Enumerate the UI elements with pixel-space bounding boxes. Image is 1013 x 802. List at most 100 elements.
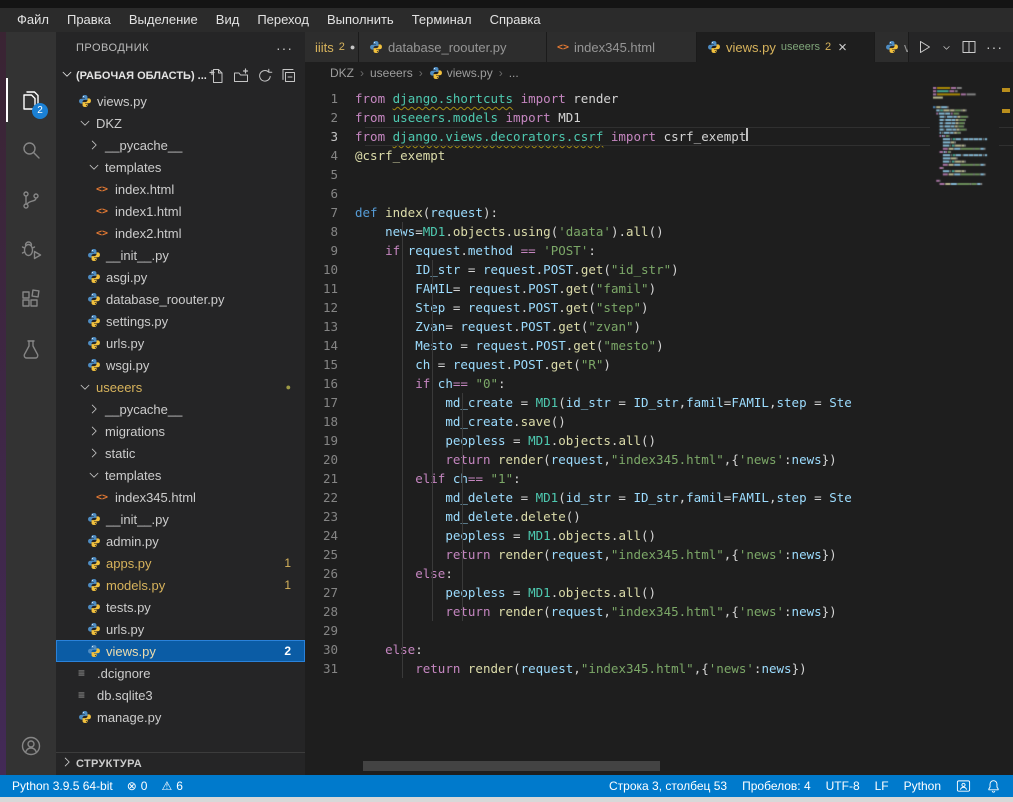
status-python-interpreter[interactable]: Python 3.9.5 64-bit <box>12 779 113 793</box>
code-line-11[interactable]: 11 FAMIL= request.POST.get("famil") <box>305 279 930 298</box>
status-eol[interactable]: LF <box>875 779 889 793</box>
code-line-19[interactable]: 19 peopless = MD1.objects.all() <box>305 431 930 450</box>
line-number[interactable]: 2 <box>305 108 355 127</box>
line-number[interactable]: 10 <box>305 260 355 279</box>
code-line-7[interactable]: 7def index(request): <box>305 203 930 222</box>
code-line-27[interactable]: 27 peopless = MD1.objects.all() <box>305 583 930 602</box>
line-number[interactable]: 30 <box>305 640 355 659</box>
menu-терминал[interactable]: Терминал <box>403 8 481 32</box>
tree-item-views.py[interactable]: views.py2 <box>56 640 305 662</box>
breadcrumb-useeers[interactable]: useeers <box>370 66 413 80</box>
tree-item-models.py[interactable]: models.py1 <box>56 574 305 596</box>
activitybar-account[interactable] <box>6 722 56 770</box>
more-actions-icon[interactable]: ··· <box>276 40 293 56</box>
menu-файл[interactable]: Файл <box>8 8 58 32</box>
code-line-5[interactable]: 5 <box>305 165 930 184</box>
overview-ruler[interactable] <box>999 84 1013 775</box>
collapse-all-icon[interactable] <box>281 68 297 84</box>
menu-правка[interactable]: Правка <box>58 8 120 32</box>
line-number[interactable]: 13 <box>305 317 355 336</box>
tree-item-DKZ[interactable]: DKZ <box>56 112 305 134</box>
status-feedback[interactable] <box>956 779 971 794</box>
menu-переход[interactable]: Переход <box>248 8 318 32</box>
tree-item-views.py[interactable]: views.py <box>56 90 305 112</box>
tab-index345.html[interactable]: <>index345.html <box>547 32 697 62</box>
tree-item-templates[interactable]: templates <box>56 464 305 486</box>
minimap[interactable] <box>930 84 999 775</box>
line-number[interactable]: 15 <box>305 355 355 374</box>
tree-item-asgi.py[interactable]: asgi.py <box>56 266 305 288</box>
tree-item-templates[interactable]: templates <box>56 156 305 178</box>
line-number[interactable]: 19 <box>305 431 355 450</box>
code-line-20[interactable]: 20 return render(request,"index345.html"… <box>305 450 930 469</box>
status-indentation[interactable]: Пробелов: 4 <box>742 779 811 793</box>
tree-item-migrations[interactable]: migrations <box>56 420 305 442</box>
breadcrumb-...[interactable]: ... <box>509 66 519 80</box>
tree-item-settings.py[interactable]: settings.py <box>56 310 305 332</box>
status-cursor-position[interactable]: Строка 3, столбец 53 <box>609 779 727 793</box>
activitybar-run-debug[interactable] <box>6 226 56 274</box>
line-number[interactable]: 5 <box>305 165 355 184</box>
tab-database_roouter.py[interactable]: database_roouter.py <box>359 32 547 62</box>
line-number[interactable]: 29 <box>305 621 355 640</box>
activitybar-search[interactable] <box>6 126 56 174</box>
code-line-28[interactable]: 28 return render(request,"index345.html"… <box>305 602 930 621</box>
new-file-icon[interactable] <box>209 68 225 84</box>
code-line-8[interactable]: 8 news=MD1.objects.using('daata').all() <box>305 222 930 241</box>
split-editor-icon[interactable] <box>961 39 977 55</box>
code-line-25[interactable]: 25 return render(request,"index345.html"… <box>305 545 930 564</box>
tree-item-tests.py[interactable]: tests.py <box>56 596 305 618</box>
status-encoding[interactable]: UTF-8 <box>826 779 860 793</box>
tree-item-__init__.py[interactable]: __init__.py <box>56 244 305 266</box>
line-number[interactable]: 18 <box>305 412 355 431</box>
activitybar-source-control[interactable] <box>6 176 56 224</box>
code-line-10[interactable]: 10 ID_str = request.POST.get("id_str") <box>305 260 930 279</box>
line-number[interactable]: 7 <box>305 203 355 222</box>
line-number[interactable]: 3 <box>305 127 355 146</box>
code-editor[interactable]: 1from django.shortcuts import render2fro… <box>305 84 1013 775</box>
more-actions-icon[interactable]: ··· <box>986 39 1003 55</box>
line-number[interactable]: 17 <box>305 393 355 412</box>
new-folder-icon[interactable] <box>233 68 249 84</box>
menu-вид[interactable]: Вид <box>207 8 249 32</box>
code-line-29[interactable]: 29 <box>305 621 930 640</box>
code-line-4[interactable]: 4@csrf_exempt <box>305 146 930 165</box>
tab-views.py[interactable]: views.pyuseeers2× <box>697 32 875 62</box>
code-line-2[interactable]: 2from useeers.models import MD1 <box>305 108 930 127</box>
menu-выполнить[interactable]: Выполнить <box>318 8 403 32</box>
line-number[interactable]: 27 <box>305 583 355 602</box>
status-notifications[interactable] <box>986 779 1001 794</box>
code-line-22[interactable]: 22 md_delete = MD1(id_str = ID_str,famil… <box>305 488 930 507</box>
line-number[interactable]: 11 <box>305 279 355 298</box>
code-line-15[interactable]: 15 ch = request.POST.get("R") <box>305 355 930 374</box>
code-line-16[interactable]: 16 if ch== "0": <box>305 374 930 393</box>
line-number[interactable]: 23 <box>305 507 355 526</box>
line-number[interactable]: 4 <box>305 146 355 165</box>
code-line-14[interactable]: 14 Mesto = request.POST.get("mesto") <box>305 336 930 355</box>
tree-item-db.sqlite3[interactable]: ≡db.sqlite3 <box>56 684 305 706</box>
tree-item-index.html[interactable]: <>index.html <box>56 178 305 200</box>
code-line-21[interactable]: 21 elif ch== "1": <box>305 469 930 488</box>
line-number[interactable]: 14 <box>305 336 355 355</box>
activitybar-extensions[interactable] <box>6 276 56 324</box>
code-line-26[interactable]: 26 else: <box>305 564 930 583</box>
menu-справка[interactable]: Справка <box>481 8 550 32</box>
tree-item-index1.html[interactable]: <>index1.html <box>56 200 305 222</box>
horizontal-scrollbar-thumb[interactable] <box>363 761 660 771</box>
line-number[interactable]: 1 <box>305 89 355 108</box>
line-number[interactable]: 22 <box>305 488 355 507</box>
run-icon[interactable] <box>916 39 932 55</box>
close-icon[interactable]: × <box>838 39 847 56</box>
line-number[interactable]: 16 <box>305 374 355 393</box>
line-number[interactable]: 20 <box>305 450 355 469</box>
tab-vie[interactable]: vie <box>875 32 909 62</box>
code-line-30[interactable]: 30 else: <box>305 640 930 659</box>
tree-item-apps.py[interactable]: apps.py1 <box>56 552 305 574</box>
tree-item-index345.html[interactable]: <>index345.html <box>56 486 305 508</box>
code-line-13[interactable]: 13 Zvan= request.POST.get("zvan") <box>305 317 930 336</box>
code-area[interactable]: 1from django.shortcuts import render2fro… <box>305 84 930 775</box>
code-line-23[interactable]: 23 md_delete.delete() <box>305 507 930 526</box>
breadcrumb-views.py[interactable]: views.py <box>429 66 493 80</box>
status-problems-warnings[interactable]: ⚠6 <box>161 779 182 793</box>
code-line-12[interactable]: 12 Step = request.POST.get("step") <box>305 298 930 317</box>
